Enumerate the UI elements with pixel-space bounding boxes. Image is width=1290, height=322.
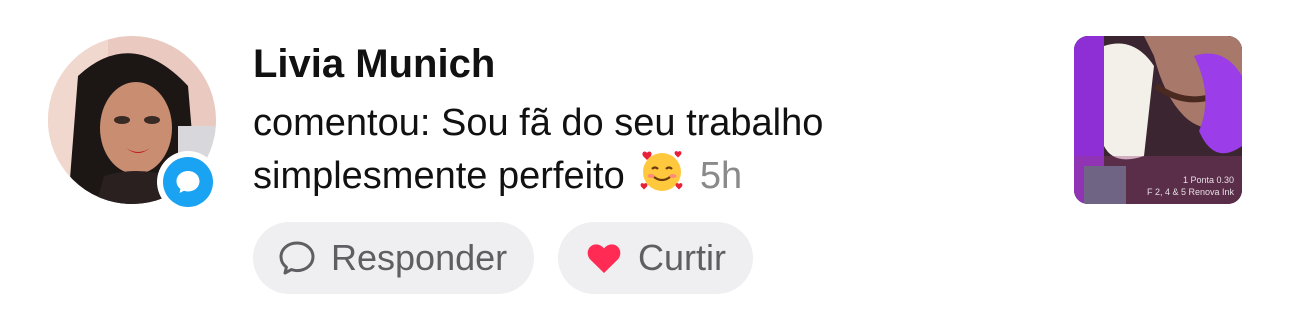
- like-label: Curtir: [638, 237, 726, 278]
- reply-label: Responder: [331, 237, 508, 278]
- reply-button[interactable]: Responder: [253, 222, 534, 294]
- thumbnail-caption: 1 Ponta 0.30 F 2, 4 & 5 Renova Ink: [1147, 174, 1234, 198]
- comment-notification[interactable]: Livia Munich comentou: Sou fã do seu tra…: [0, 0, 1290, 322]
- caption-line-1: 1 Ponta 0.30: [1182, 175, 1234, 185]
- smiling-face-with-hearts-emoji: [639, 148, 685, 207]
- like-button[interactable]: Curtir: [558, 222, 753, 294]
- post-thumbnail[interactable]: 1 Ponta 0.30 F 2, 4 & 5 Renova Ink: [1074, 36, 1242, 204]
- comment-bubble-icon: [176, 171, 200, 193]
- comment-badge: [157, 151, 219, 213]
- heart-icon: [584, 238, 624, 278]
- speech-bubble-outline-icon: [277, 238, 317, 278]
- caption-line-2: F 2, 4 & 5 Renova Ink: [1146, 187, 1234, 197]
- timestamp: 5h: [699, 155, 743, 197]
- comment-text: comentou: Sou fã do seu trabalho simples…: [253, 98, 993, 207]
- user-name[interactable]: Livia Munich: [253, 40, 495, 88]
